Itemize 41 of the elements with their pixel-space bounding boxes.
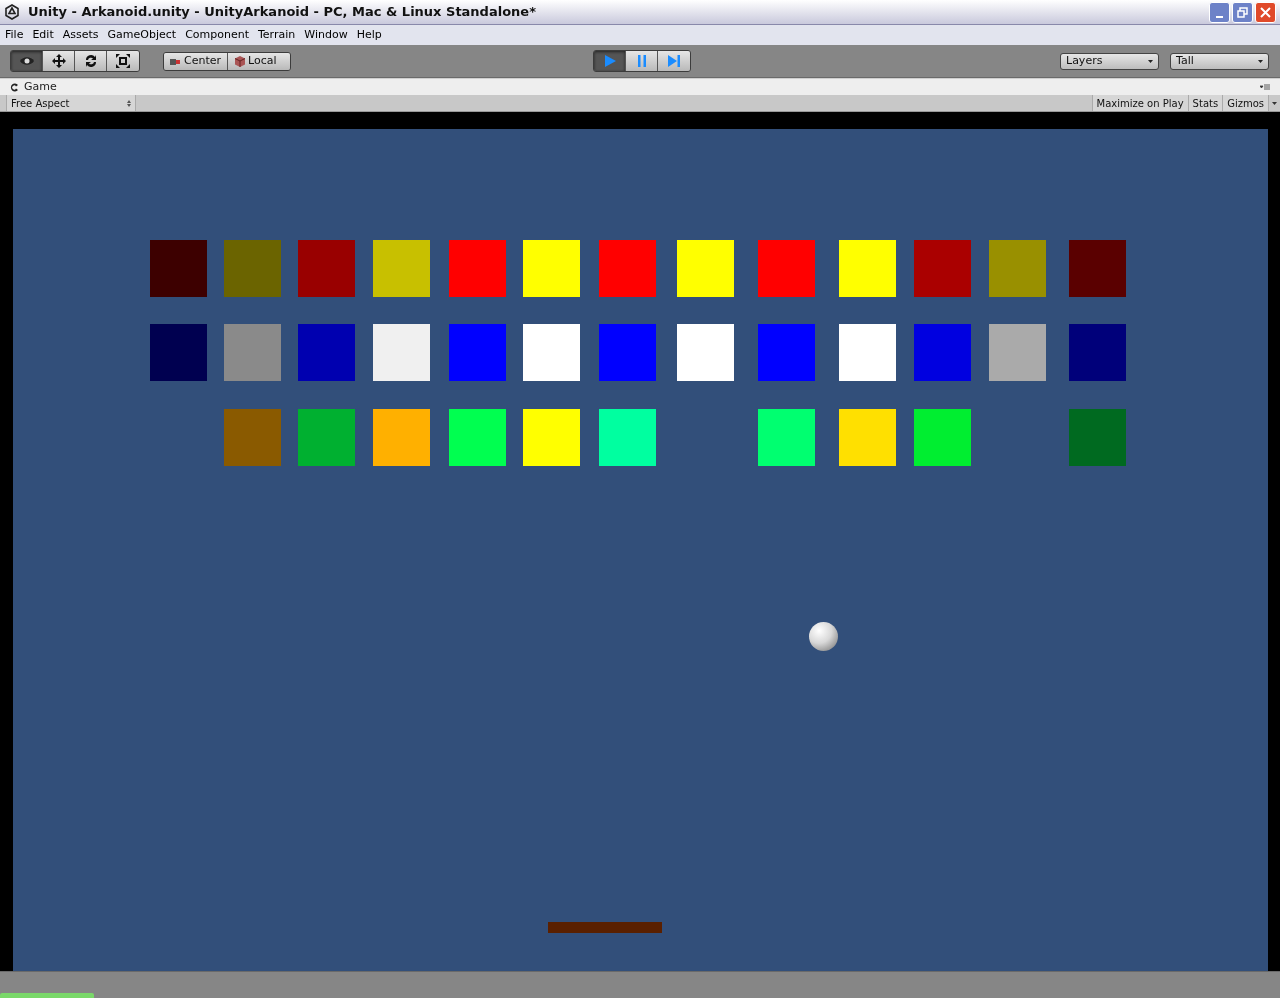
menu-item[interactable]: Help — [353, 26, 385, 44]
pivot-center-button[interactable]: Center — [164, 52, 228, 70]
scale-icon — [115, 53, 131, 69]
game-view-button[interactable]: Gizmos — [1222, 95, 1268, 111]
move-icon — [50, 53, 67, 69]
pivot-local-button[interactable]: Local — [228, 52, 290, 70]
caret-icon — [1148, 59, 1153, 63]
game-tab[interactable]: Game — [24, 78, 57, 96]
menu-item[interactable]: File — [2, 26, 27, 44]
restore-icon — [1237, 6, 1248, 18]
toolbar-dropdown[interactable]: Layers — [1060, 52, 1159, 70]
close-button[interactable] — [1255, 1, 1276, 23]
view-tool-button[interactable] — [11, 51, 43, 71]
menu-item[interactable]: GameObject — [104, 26, 180, 44]
menu-item[interactable]: Edit — [29, 26, 57, 44]
game-view-button[interactable]: Stats — [1187, 95, 1223, 111]
move-tool-button[interactable] — [43, 51, 75, 71]
window-title: Unity - Arkanoid.unity - UnityArkanoid - PC, Mac & Linux Standalone* — [28, 3, 536, 22]
play-button[interactable] — [594, 51, 626, 71]
aspect-dropdown[interactable]: Free Aspect — [6, 95, 136, 111]
game-tab-icon — [10, 82, 19, 92]
menu-item[interactable]: Component — [182, 26, 252, 44]
menu-item[interactable]: Window — [301, 26, 351, 44]
cube-icon — [234, 54, 245, 68]
step-button[interactable] — [658, 51, 690, 71]
stepper-icon — [127, 99, 131, 107]
panel-menu-icon[interactable] — [1260, 83, 1270, 91]
game-view-button[interactable]: Maximize on Play — [1091, 95, 1188, 111]
gizmos-dropdown-icon[interactable] — [1268, 95, 1280, 111]
step-forward-icon — [666, 53, 682, 69]
unity-logo-icon — [4, 4, 20, 20]
menu-item[interactable]: Assets — [59, 26, 102, 44]
close-icon — [1260, 6, 1271, 18]
pause-button[interactable] — [626, 51, 658, 71]
scale-tool-button[interactable] — [107, 51, 139, 71]
minimize-button[interactable] — [1209, 1, 1230, 23]
toolbar-dropdown[interactable]: Tall — [1170, 52, 1269, 70]
restore-button[interactable] — [1232, 1, 1253, 23]
caret-icon — [1258, 59, 1263, 63]
rotate-tool-button[interactable] — [75, 51, 107, 71]
menu-item[interactable]: Terrain — [255, 26, 299, 44]
